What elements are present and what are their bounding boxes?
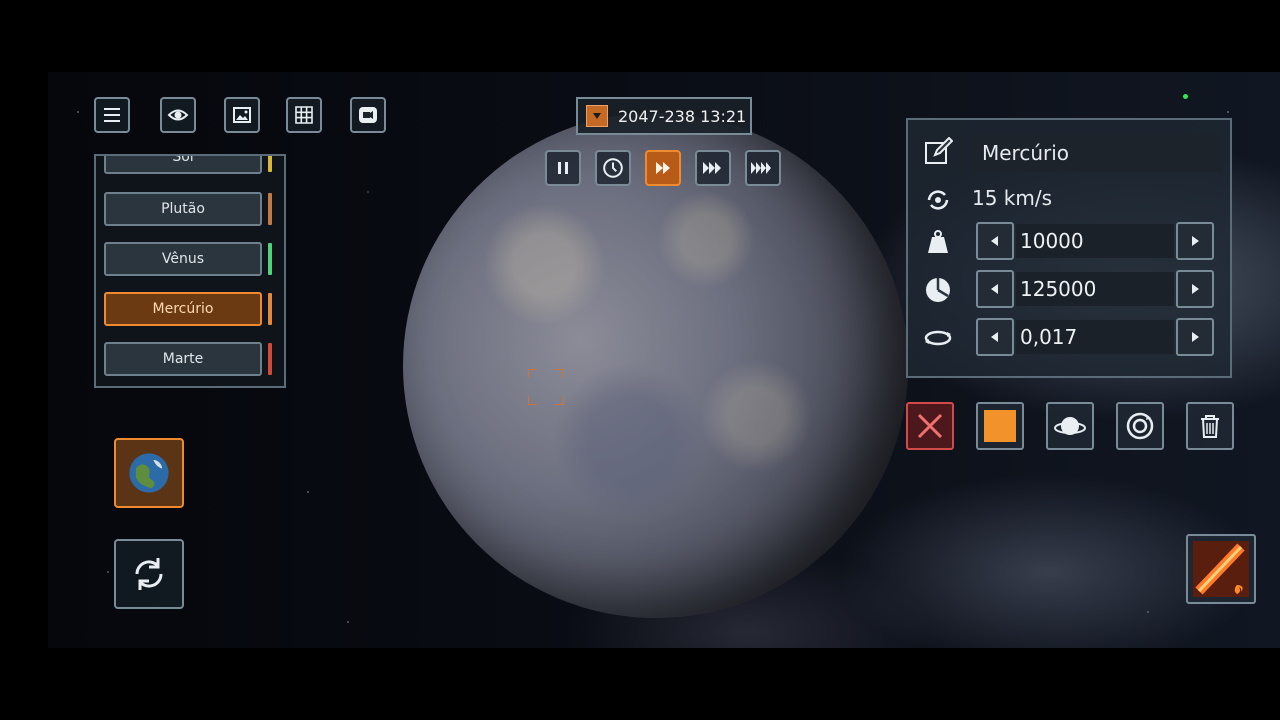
arrow-right-icon: [1192, 236, 1199, 246]
color-indicator: [268, 193, 272, 225]
list-item[interactable]: Vênus: [104, 242, 262, 276]
camera-button[interactable]: [350, 97, 386, 133]
diameter-value[interactable]: 125000: [1016, 272, 1174, 306]
diameter-decrease-button[interactable]: [976, 270, 1014, 308]
date-time-text: 2047-238 13:21: [618, 106, 747, 126]
pause-icon: [558, 162, 568, 174]
edit-icon: [922, 136, 954, 168]
weapon-tool-button[interactable]: [1186, 534, 1256, 604]
velocity-value: 15 km/s: [972, 186, 1053, 210]
view-toggle-button[interactable]: [160, 97, 196, 133]
color-swatch-icon: [984, 410, 1016, 442]
orbit-button[interactable]: [1046, 402, 1094, 450]
list-item[interactable]: Plutão: [104, 192, 262, 226]
date-time-display[interactable]: 2047-238 13:21: [576, 97, 752, 135]
fast-forward-button[interactable]: [645, 150, 681, 186]
reset-icon: [1126, 412, 1154, 440]
planet-mercury[interactable]: [403, 113, 908, 618]
mass-icon: [922, 226, 954, 258]
arrow-left-icon: [991, 284, 998, 294]
color-indicator: [268, 293, 272, 325]
faster-button[interactable]: [695, 150, 731, 186]
arrow-left-icon: [991, 332, 998, 342]
color-indicator: [268, 243, 272, 275]
clock-icon: [603, 158, 623, 178]
menu-icon: [104, 108, 120, 122]
mass-stepper[interactable]: 10000: [976, 222, 1216, 262]
grid-icon: [295, 106, 313, 124]
object-name-field[interactable]: Mercúrio: [972, 134, 1222, 172]
star-marker: [1183, 94, 1188, 99]
list-item[interactable]: Marte: [104, 342, 262, 376]
earth-icon: [129, 453, 169, 493]
celestial-body-list[interactable]: Sol Plutão Vênus Mercúrio Marte: [94, 154, 286, 388]
fast-forward-icon: [656, 162, 670, 174]
reset-view-button[interactable]: [114, 539, 184, 609]
image-icon: [233, 107, 251, 123]
selected-body-thumbnail[interactable]: [114, 438, 184, 508]
mass-decrease-button[interactable]: [976, 222, 1014, 260]
reset-button[interactable]: [1116, 402, 1164, 450]
refresh-icon: [135, 558, 163, 590]
trash-icon: [1201, 415, 1219, 438]
diameter-stepper[interactable]: 125000: [976, 270, 1216, 310]
realtime-button[interactable]: [595, 150, 631, 186]
arrow-right-icon: [1192, 332, 1199, 342]
mass-value[interactable]: 10000: [1016, 224, 1174, 258]
diameter-icon: [922, 274, 954, 306]
color-button[interactable]: [976, 402, 1024, 450]
close-icon: [917, 413, 943, 439]
dropdown-icon[interactable]: [586, 105, 608, 127]
rotation-stepper[interactable]: 0,017: [976, 318, 1216, 358]
list-item[interactable]: Sol: [104, 156, 262, 174]
object-properties-panel: Mercúrio 15 km/s 10000 125000 0,017: [906, 118, 1232, 378]
fastest-button[interactable]: [745, 150, 781, 186]
menu-button[interactable]: [94, 97, 130, 133]
rotation-icon: [922, 322, 954, 354]
pause-button[interactable]: [545, 150, 581, 186]
grid-button[interactable]: [286, 97, 322, 133]
velocity-icon: [922, 184, 954, 216]
camera-icon: [359, 107, 377, 123]
diameter-increase-button[interactable]: [1176, 270, 1214, 308]
color-indicator: [268, 343, 272, 375]
orbit-icon: [1054, 417, 1086, 435]
arrow-right-icon: [1192, 284, 1199, 294]
rotation-value[interactable]: 0,017: [1016, 320, 1174, 354]
delete-button[interactable]: [1186, 402, 1234, 450]
list-item-selected[interactable]: Mercúrio: [104, 292, 262, 326]
target-crosshair: [528, 369, 564, 405]
laser-icon: [1193, 541, 1249, 597]
space-viewport[interactable]: Sol Plutão Vênus Mercúrio Marte 2047-238…: [48, 72, 1280, 648]
color-indicator: [268, 156, 272, 172]
faster-icon: [703, 162, 721, 174]
rotation-increase-button[interactable]: [1176, 318, 1214, 356]
mass-increase-button[interactable]: [1176, 222, 1214, 260]
close-button[interactable]: [906, 402, 954, 450]
arrow-left-icon: [991, 236, 998, 246]
fastest-icon: [751, 162, 771, 174]
eye-icon: [167, 109, 189, 121]
screenshot-button[interactable]: [224, 97, 260, 133]
rotation-decrease-button[interactable]: [976, 318, 1014, 356]
